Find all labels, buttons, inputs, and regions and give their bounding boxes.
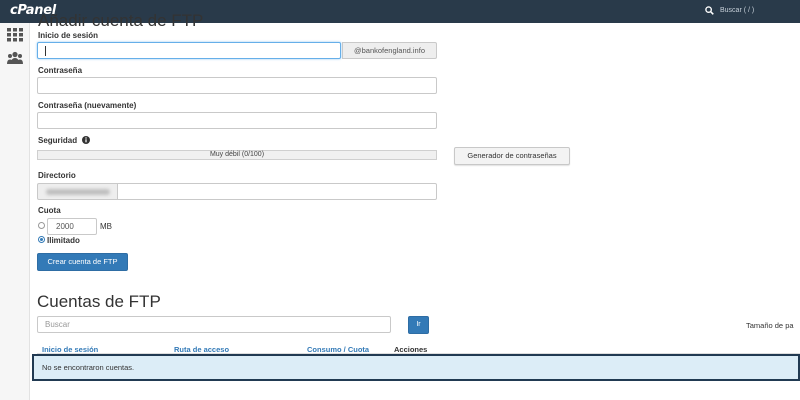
password-input[interactable] <box>37 77 437 94</box>
password-again-label: Contraseña (nuevamente) <box>38 101 137 110</box>
quota-unlimited-label: Ilimitado <box>47 236 80 245</box>
side-rail <box>0 23 30 400</box>
top-search[interactable]: Buscar ( / ) <box>705 5 795 17</box>
quota-label: Cuota <box>38 206 61 215</box>
strength-label: Seguridad <box>38 136 78 145</box>
info-icon[interactable] <box>82 136 91 144</box>
password-label: Contraseña <box>38 66 83 75</box>
grid-icon[interactable] <box>6 28 24 42</box>
quota-limited-radio[interactable] <box>38 222 45 229</box>
page-size-label: Tamaño de pa <box>746 321 794 330</box>
quota-unit: MB <box>100 222 112 231</box>
login-input[interactable] <box>37 42 341 59</box>
ftp-accounts-title: Cuentas de FTP <box>37 292 161 311</box>
password-again-input[interactable] <box>37 112 437 129</box>
directory-input[interactable] <box>117 183 437 200</box>
users-icon[interactable] <box>6 51 24 65</box>
quota-input[interactable]: 2000 <box>47 218 97 235</box>
create-ftp-account-button[interactable]: Crear cuenta de FTP <box>37 253 128 271</box>
redacted-home-path <box>46 189 110 195</box>
accounts-search-input[interactable]: Buscar <box>37 316 391 333</box>
directory-prefix <box>37 183 118 200</box>
text-cursor <box>45 46 46 56</box>
quota-unlimited-radio[interactable] <box>38 236 45 243</box>
search-icon <box>705 6 714 15</box>
add-ftp-heading: Añadir cuenta de FTP <box>38 11 204 30</box>
login-label: Inicio de sesión <box>38 31 99 40</box>
empty-accounts-message: No se encontraron cuentas. <box>42 363 135 372</box>
strength-meter: Muy débil (0/100) <box>37 150 437 160</box>
top-search-placeholder: Buscar ( / ) <box>720 7 755 14</box>
accounts-go-button[interactable]: Ir <box>408 316 429 334</box>
strength-label-row: Seguridad <box>38 136 91 145</box>
empty-accounts-row: No se encontraron cuentas. <box>32 354 800 381</box>
password-generator-button[interactable]: Generador de contraseñas <box>454 147 570 165</box>
login-domain-addon: @bankofengland.info <box>342 42 437 59</box>
directory-label: Directorio <box>38 171 76 180</box>
